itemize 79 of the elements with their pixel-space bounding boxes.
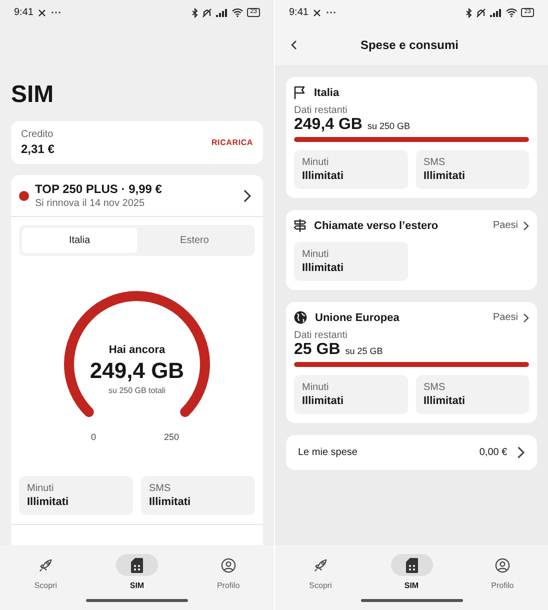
total-data: su 250 GB — [367, 121, 410, 131]
profile-icon — [495, 558, 510, 572]
gauge-caption: Hai ancora — [108, 344, 166, 356]
credit-value: 2,31 € — [21, 142, 54, 156]
data-label: Dati restanti — [294, 330, 348, 341]
flag-icon — [294, 86, 306, 99]
gauge-max-label: 250 — [164, 432, 180, 442]
nav-tab[interactable]: Profilo — [457, 554, 548, 590]
chevron-right-icon — [517, 446, 525, 459]
expenses-row[interactable]: Le mie spese 0,00 € — [286, 435, 537, 470]
muted-icon — [202, 8, 212, 18]
x-logo-icon — [38, 8, 46, 16]
countries-link[interactable]: Paesi — [492, 220, 529, 231]
signpost-icon — [294, 219, 306, 232]
plan-row[interactable]: TOP 250 PLUS · 9,99 € Si rinnova il 14 nov 2025 — [11, 175, 263, 217]
status-dot — [19, 190, 29, 200]
allowance-value: Illimitati — [149, 496, 192, 508]
screen-title: Spese e consumi — [359, 38, 460, 52]
allowance-label: SMS — [149, 483, 172, 494]
expenses-label: Le mie spese — [298, 447, 358, 458]
clock: 9:41 — [289, 7, 308, 18]
allowance-value: Illimitati — [302, 262, 345, 274]
region-tab[interactable]: Italia — [22, 228, 137, 253]
chevron-right-icon — [242, 188, 251, 202]
allowance-value: Illimitati — [424, 170, 466, 182]
nav-tab[interactable]: SIM — [91, 554, 183, 590]
x-logo-icon — [313, 8, 322, 16]
nav-tab[interactable]: Scopri — [275, 554, 366, 590]
chevron-right-icon — [523, 220, 529, 230]
back-button[interactable] — [289, 38, 299, 52]
renewal-date: Si rinnova il 14 nov 2025 — [35, 198, 146, 209]
profile-icon — [220, 558, 236, 572]
bluetooth-icon — [466, 8, 472, 18]
nav-tab[interactable]: SIM — [366, 554, 457, 590]
remaining-data: 249,4 GB — [294, 116, 362, 134]
more-dots-icon — [326, 11, 336, 14]
more-dots-icon — [51, 11, 62, 14]
wifi-icon — [232, 8, 244, 17]
allowance-value: Illimitati — [27, 496, 70, 508]
remaining-data: 25 GB — [294, 341, 340, 359]
allowance-label: Minuti — [27, 483, 55, 494]
credit-label: Credito — [21, 129, 54, 140]
sim-card-icon — [130, 558, 143, 572]
top-up-link[interactable]: RICARICA — [211, 136, 253, 149]
region-tab[interactable]: Estero — [137, 228, 252, 253]
section-title: Unione Europea — [315, 312, 400, 324]
allowance-value: Illimitati — [424, 395, 466, 407]
back-icon — [291, 40, 297, 50]
remaining-data: 249,4 GB — [90, 358, 184, 384]
page-title: SIM — [11, 81, 55, 109]
plan-name: TOP 250 PLUS · 9,99 € — [35, 182, 163, 196]
rocket-icon — [313, 558, 328, 572]
bluetooth-icon — [192, 8, 198, 18]
nav-tab[interactable]: Profilo — [182, 554, 274, 590]
section-title: Italia — [314, 86, 340, 98]
gauge-min-label: 0 — [91, 432, 96, 442]
muted-icon — [476, 8, 486, 18]
expenses-value: 0,00 € — [479, 447, 508, 458]
globe-icon — [294, 311, 307, 324]
allowance-label: Minuti — [302, 157, 330, 168]
allowance-label: Minuti — [302, 382, 330, 393]
countries-link[interactable]: Paesi — [492, 312, 529, 323]
allowance-label: SMS — [424, 382, 446, 393]
chevron-right-icon — [523, 312, 529, 322]
data-label: Dati restanti — [294, 105, 348, 116]
rocket-icon — [38, 558, 54, 572]
wifi-icon — [506, 8, 518, 17]
allowance-label: Minuti — [302, 249, 330, 260]
allowance-value: Illimitati — [302, 395, 345, 407]
allowance-label: SMS — [424, 157, 446, 168]
total-data: su 250 GB totali — [108, 386, 166, 395]
signal-icon — [216, 8, 228, 16]
allowance-value: Illimitati — [302, 170, 345, 182]
section-title: Chiamate verso l’estero — [314, 220, 440, 232]
nav-tab[interactable]: Scopri — [0, 554, 92, 590]
clock: 9:41 — [14, 7, 34, 18]
sim-card-icon — [406, 558, 418, 572]
signal-icon — [490, 8, 502, 16]
total-data: su 25 GB — [345, 346, 383, 356]
